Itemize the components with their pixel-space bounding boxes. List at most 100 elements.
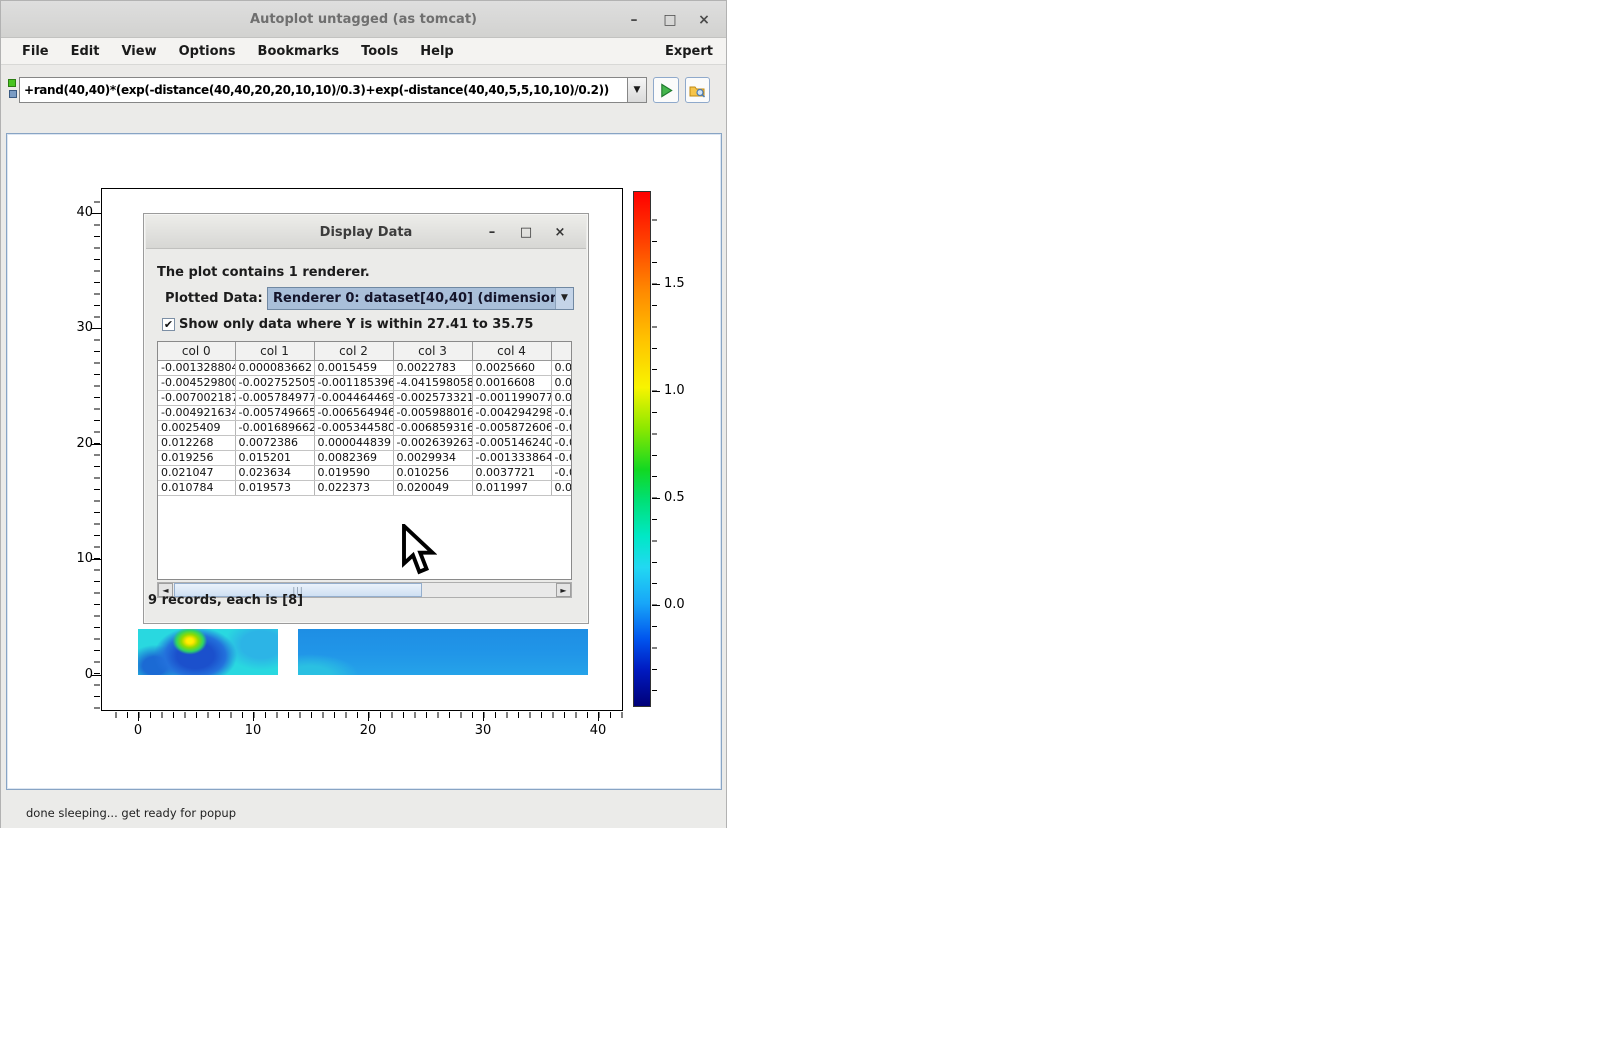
table-cell[interactable]: -0.005344580...	[314, 420, 393, 435]
column-header[interactable]: col 4	[472, 342, 551, 360]
table-cell[interactable]: 0.00	[551, 480, 572, 495]
table-row[interactable]: -0.004921634... -0.005749665... -0.00656…	[158, 405, 572, 420]
table-cell[interactable]: 0.015201	[235, 450, 314, 465]
expert-menu[interactable]: Expert	[665, 38, 713, 65]
table-cell[interactable]: -0.004529800...	[158, 375, 235, 390]
column-header[interactable]	[551, 342, 572, 360]
table-cell[interactable]: -0.002639263...	[393, 435, 472, 450]
table-cell[interactable]: 0.022373	[314, 480, 393, 495]
table-cell[interactable]: 0.0037721	[472, 465, 551, 480]
table-cell[interactable]: 0.0029934	[393, 450, 472, 465]
dialog-close-button[interactable]: ×	[550, 223, 570, 243]
menu-options[interactable]: Options	[168, 38, 247, 65]
window-titlebar[interactable]: Autoplot untagged (as tomcat) – □ ×	[1, 1, 726, 38]
table-cell[interactable]: 0.00	[551, 375, 572, 390]
table-cell[interactable]: 0.012268	[158, 435, 235, 450]
table-cell[interactable]: -0.0	[551, 465, 572, 480]
table-cell[interactable]: -0.001689662...	[235, 420, 314, 435]
table-row[interactable]: -0.004529800... -0.002752505... -0.00118…	[158, 375, 572, 390]
table-cell[interactable]: -0.005988016...	[393, 405, 472, 420]
table-cell[interactable]: 0.0082369	[314, 450, 393, 465]
table-cell[interactable]: -0.002752505...	[235, 375, 314, 390]
table-cell[interactable]: 0.0015459	[314, 360, 393, 375]
table-row[interactable]: 0.021047 0.023634 0.019590 0.010256 0.00…	[158, 465, 572, 480]
table-cell[interactable]: 0.023634	[235, 465, 314, 480]
table-cell[interactable]: -0.005872606...	[472, 420, 551, 435]
chevron-down-icon[interactable]: ▼	[555, 288, 573, 309]
window-minimize-button[interactable]: –	[624, 10, 644, 30]
menu-tools[interactable]: Tools	[350, 38, 409, 65]
table-cell[interactable]: -0.004294298...	[472, 405, 551, 420]
spectrogram-strip-right[interactable]	[298, 629, 588, 675]
table-cell[interactable]: -0.006859316...	[393, 420, 472, 435]
uri-input[interactable]: +rand(40,40)*(exp(-distance(40,40,20,20,…	[19, 77, 628, 103]
table-cell[interactable]: -0.004921634...	[158, 405, 235, 420]
dialog-minimize-button[interactable]: –	[482, 223, 502, 243]
table-cell[interactable]: 0.010784	[158, 480, 235, 495]
table-cell[interactable]: 0.021047	[158, 465, 235, 480]
menu-bookmarks[interactable]: Bookmarks	[247, 38, 351, 65]
filter-y-checkbox[interactable]: ✔	[162, 318, 175, 331]
table-cell[interactable]: 0.0016608	[472, 375, 551, 390]
column-header[interactable]: col 1	[235, 342, 314, 360]
table-cell[interactable]: 0.011997	[472, 480, 551, 495]
dialog-titlebar[interactable]: Display Data – □ ×	[146, 216, 586, 249]
dialog-maximize-button[interactable]: □	[516, 223, 536, 243]
table-cell[interactable]: 0.000083662	[235, 360, 314, 375]
colorbar[interactable]	[633, 191, 651, 707]
table-cell[interactable]: -0.002573321...	[393, 390, 472, 405]
table-cell[interactable]: 0.0022783	[393, 360, 472, 375]
window-close-button[interactable]: ×	[694, 10, 714, 30]
table-row[interactable]: 0.012268 0.0072386 0.000044839 -0.002639…	[158, 435, 572, 450]
y-tick-label: 40	[59, 205, 93, 220]
table-cell[interactable]: -0.0	[551, 450, 572, 465]
table-cell[interactable]: 0.000044839	[314, 435, 393, 450]
column-header[interactable]: col 0	[158, 342, 235, 360]
table-cell[interactable]: -4.041598058...	[393, 375, 472, 390]
table-row[interactable]: 0.010784 0.019573 0.022373 0.020049 0.01…	[158, 480, 572, 495]
table-cell[interactable]: -0.001328804...	[158, 360, 235, 375]
table-row[interactable]: 0.019256 0.015201 0.0082369 0.0029934 -0…	[158, 450, 572, 465]
table-cell[interactable]: 0.020049	[393, 480, 472, 495]
window-maximize-button[interactable]: □	[660, 10, 680, 30]
plotted-data-combobox[interactable]: Renderer 0: dataset[40,40] (dimension...…	[267, 287, 574, 310]
table-cell[interactable]: -0.001199077...	[472, 390, 551, 405]
table-cell[interactable]: -0.007002187...	[158, 390, 235, 405]
table-cell[interactable]: 0.00	[551, 390, 572, 405]
spectrogram-strip-left[interactable]	[138, 629, 278, 675]
table-cell[interactable]: -0.0	[551, 420, 572, 435]
column-header[interactable]: col 2	[314, 342, 393, 360]
table-cell[interactable]: 0.0072386	[235, 435, 314, 450]
autoplot-window: Autoplot untagged (as tomcat) – □ × File…	[0, 0, 727, 828]
table-cell[interactable]: 0.00	[551, 360, 572, 375]
table-cell[interactable]: -0.005749665...	[235, 405, 314, 420]
table-cell[interactable]: 0.0025660	[472, 360, 551, 375]
data-table-viewport[interactable]: col 0 col 1 col 2 col 3 col 4 -0.0013288…	[157, 341, 572, 580]
menu-view[interactable]: View	[110, 38, 167, 65]
table-cell[interactable]: -0.001185396...	[314, 375, 393, 390]
uri-dropdown-button[interactable]: ▼	[628, 77, 647, 103]
table-cell[interactable]: -0.0	[551, 405, 572, 420]
table-row[interactable]: -0.001328804... 0.000083662 0.0015459 0.…	[158, 360, 572, 375]
x-tick-label: 30	[465, 723, 501, 738]
menu-help[interactable]: Help	[409, 38, 464, 65]
table-cell[interactable]: -0.005146240...	[472, 435, 551, 450]
menu-edit[interactable]: Edit	[60, 38, 111, 65]
table-cell[interactable]: -0.004464469...	[314, 390, 393, 405]
table-cell[interactable]: 0.019256	[158, 450, 235, 465]
column-header[interactable]: col 3	[393, 342, 472, 360]
table-cell[interactable]: 0.0025409	[158, 420, 235, 435]
table-row[interactable]: -0.007002187... -0.005784977... -0.00446…	[158, 390, 572, 405]
go-play-button[interactable]	[653, 77, 679, 103]
table-cell[interactable]: 0.019590	[314, 465, 393, 480]
scroll-right-button[interactable]: ►	[556, 583, 571, 597]
table-cell[interactable]: -0.006564946...	[314, 405, 393, 420]
table-cell[interactable]: 0.010256	[393, 465, 472, 480]
menu-file[interactable]: File	[11, 38, 60, 65]
table-cell[interactable]: 0.019573	[235, 480, 314, 495]
table-cell[interactable]: -0.0	[551, 435, 572, 450]
table-cell[interactable]: -0.001333864...	[472, 450, 551, 465]
table-row[interactable]: 0.0025409 -0.001689662... -0.005344580..…	[158, 420, 572, 435]
inspect-uri-button[interactable]	[685, 77, 710, 103]
table-cell[interactable]: -0.005784977...	[235, 390, 314, 405]
